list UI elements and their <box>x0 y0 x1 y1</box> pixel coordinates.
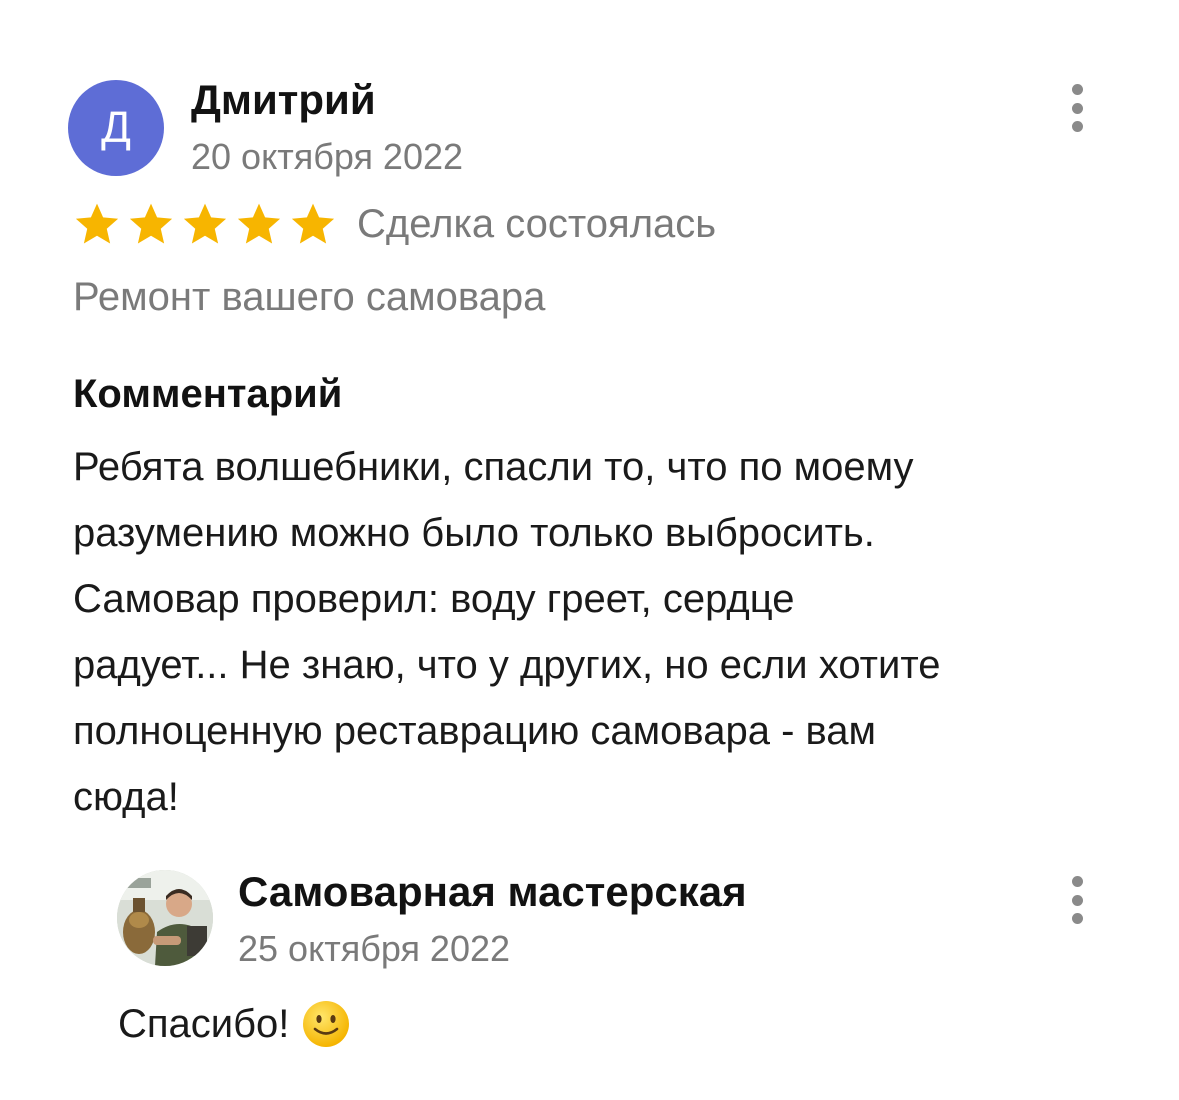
comment-line: сюда! <box>73 775 179 819</box>
author-name[interactable]: Дмитрий <box>191 74 376 126</box>
comment-line: полноценную реставрацию самовара - вам <box>73 709 877 753</box>
more-vertical-icon-dot <box>1071 913 1083 924</box>
reply-avatar[interactable] <box>117 870 213 966</box>
reply-message: Спасибо! <box>118 1001 290 1046</box>
star-icon <box>75 203 119 244</box>
star-icon <box>291 203 335 244</box>
comment-line: Самовар проверил: воду греет, сердце <box>73 577 795 621</box>
reply-date: 25 октября 2022 <box>238 928 511 969</box>
more-vertical-icon-dot <box>1071 121 1083 132</box>
comment-line: Ребята волшебники, спасли то, что по мое… <box>73 445 914 489</box>
author-avatar[interactable]: Д <box>68 80 164 176</box>
rating-row: Сделка состоялась <box>73 198 716 250</box>
more-vertical-icon <box>1071 876 1083 887</box>
reply-avatar-photo <box>117 870 213 966</box>
comment-heading: Комментарий <box>73 372 343 416</box>
slightly-smiling-face-icon <box>303 1001 350 1047</box>
reply-text: Спасибо! <box>118 994 351 1054</box>
comment-line: разумению можно было только выбросить. <box>73 511 875 555</box>
star-icon <box>129 203 173 244</box>
comment-line: радует... Не знаю, что у других, но если… <box>73 643 941 687</box>
review-date: 20 октября 2022 <box>191 136 464 177</box>
reply-author-name[interactable]: Самоварная мастерская <box>238 866 747 918</box>
star-rating <box>73 200 337 248</box>
reply-more-options-button[interactable] <box>1062 876 1092 924</box>
comment-text: Ребята волшебники, спасли то, что по мое… <box>73 434 940 830</box>
review-more-options-button[interactable] <box>1062 84 1092 132</box>
review-card: Д Дмитрий 20 октября 2022 Сделка состоял… <box>0 0 1179 1100</box>
more-vertical-icon-dot <box>1071 894 1083 906</box>
more-vertical-icon <box>1071 84 1083 95</box>
service-name: Ремонт вашего самовара <box>73 275 546 319</box>
star-icon <box>237 203 281 244</box>
more-vertical-icon-dot <box>1071 102 1083 114</box>
deal-status: Сделка состоялась <box>357 202 717 246</box>
star-icon <box>183 203 227 244</box>
